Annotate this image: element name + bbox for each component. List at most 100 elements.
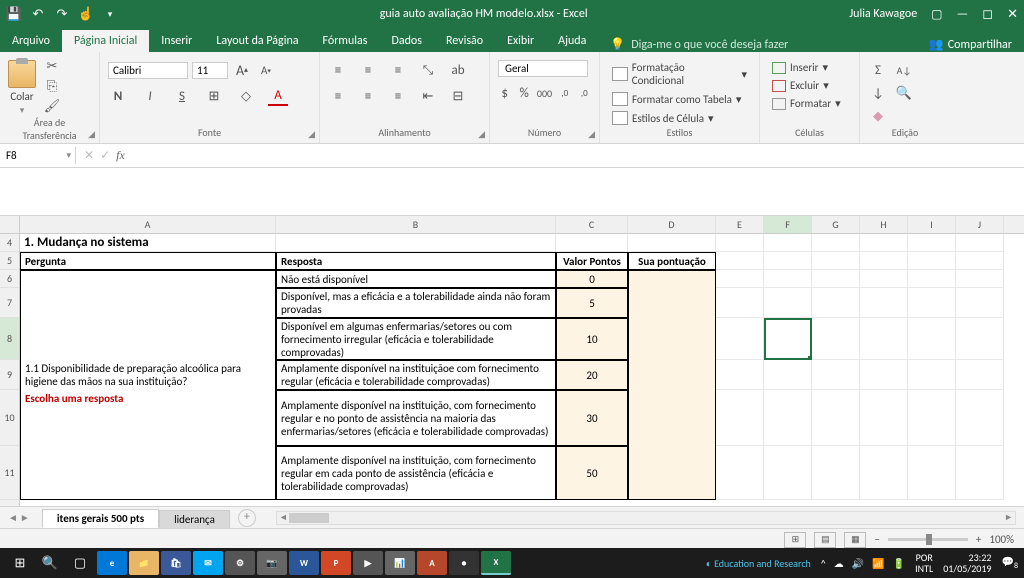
insert-function-icon[interactable]: fx: [116, 148, 125, 163]
cell[interactable]: [812, 318, 860, 360]
file-explorer-icon[interactable]: 📁: [129, 551, 159, 575]
col-header[interactable]: E: [716, 216, 764, 233]
clock[interactable]: 23:22 01/05/2019: [943, 552, 991, 574]
italic-button[interactable]: I: [140, 86, 160, 106]
cell[interactable]: [956, 234, 1004, 252]
insert-cells-button[interactable]: Inserir ▾: [768, 60, 851, 75]
number-dialog-icon[interactable]: ◢: [588, 129, 595, 140]
find-icon[interactable]: 🔍: [894, 83, 914, 103]
alignment-dialog-icon[interactable]: ◢: [478, 129, 485, 140]
cell[interactable]: [860, 446, 908, 500]
cell[interactable]: [716, 360, 764, 390]
zoom-in-button[interactable]: +: [976, 533, 981, 546]
format-painter-icon[interactable]: 🖌: [42, 96, 62, 116]
col-header[interactable]: F: [764, 216, 812, 233]
share-button[interactable]: Compartilhar: [948, 38, 1012, 52]
cell[interactable]: [908, 252, 956, 270]
cell[interactable]: [276, 234, 556, 252]
maximize-icon[interactable]: ◻: [982, 7, 993, 22]
cell[interactable]: [716, 446, 764, 500]
sheet-prev-icon[interactable]: ◄: [8, 511, 18, 524]
app-icon[interactable]: ●: [449, 551, 479, 575]
row-header[interactable]: 8: [0, 318, 19, 360]
row-header[interactable]: 7: [0, 288, 19, 318]
cell[interactable]: [860, 252, 908, 270]
sheet-tab[interactable]: liderança: [159, 510, 230, 528]
store-icon[interactable]: 🛍: [161, 551, 191, 575]
cell[interactable]: Amplamente disponível na instituição, co…: [276, 446, 556, 500]
align-bottom-icon[interactable]: ≡: [388, 60, 408, 80]
sheet-tab[interactable]: itens gerais 500 pts: [42, 509, 159, 528]
col-header[interactable]: H: [860, 216, 908, 233]
cell[interactable]: [628, 270, 716, 288]
sort-filter-icon[interactable]: A↓: [894, 60, 914, 80]
underline-button[interactable]: S: [172, 86, 192, 106]
mail-icon[interactable]: ✉: [193, 551, 223, 575]
cell[interactable]: 1.1 Disponibilidade de preparação alcoól…: [20, 360, 276, 390]
cell[interactable]: [20, 270, 276, 288]
search-icon[interactable]: 🔍: [36, 551, 64, 575]
education-badge[interactable]: ◐ Education and Research: [706, 557, 811, 570]
tab-layout[interactable]: Layout da Página: [204, 30, 310, 52]
tab-home[interactable]: Página Inicial: [62, 30, 149, 52]
select-all-button[interactable]: [0, 216, 19, 234]
increase-font-icon[interactable]: A▴: [232, 60, 252, 80]
cell[interactable]: [860, 270, 908, 288]
row-header[interactable]: 6: [0, 270, 19, 288]
col-header[interactable]: D: [628, 216, 716, 233]
zoom-out-button[interactable]: −: [874, 533, 879, 546]
app-icon[interactable]: ▶: [353, 551, 383, 575]
delete-cells-button[interactable]: Excluir ▾: [768, 78, 851, 93]
cell[interactable]: [764, 288, 812, 318]
cell[interactable]: [628, 234, 716, 252]
cell[interactable]: 20: [556, 360, 628, 390]
clear-icon[interactable]: ◆: [868, 106, 888, 126]
font-color-icon[interactable]: A: [268, 86, 288, 106]
paste-button[interactable]: Colar ▾: [8, 56, 36, 116]
cancel-formula-icon[interactable]: ✕: [84, 148, 94, 163]
cell[interactable]: [956, 270, 1004, 288]
row-header[interactable]: 4: [0, 234, 19, 252]
cell[interactable]: [956, 318, 1004, 360]
cell[interactable]: [20, 446, 276, 500]
font-size-select[interactable]: 11: [192, 62, 228, 79]
page-break-view-icon[interactable]: ▦: [844, 532, 866, 548]
decrease-decimal-icon[interactable]: ,0: [578, 83, 591, 103]
comma-icon[interactable]: 000: [537, 83, 552, 103]
cell[interactable]: [908, 390, 956, 446]
notifications-icon[interactable]: 💬8: [1001, 555, 1018, 571]
cell[interactable]: Sua pontuação: [628, 252, 716, 270]
cell[interactable]: [764, 360, 812, 390]
cell[interactable]: [628, 390, 716, 446]
close-icon[interactable]: ✕: [1007, 7, 1018, 22]
cell[interactable]: 0: [556, 270, 628, 288]
app-icon[interactable]: ⚙: [225, 551, 255, 575]
task-view-icon[interactable]: ▢: [66, 551, 94, 575]
redo-icon[interactable]: ↷: [54, 6, 70, 22]
cell[interactable]: [860, 288, 908, 318]
qat-customize-icon[interactable]: ▾: [102, 6, 118, 22]
cut-icon[interactable]: ✂: [42, 56, 62, 76]
volume-icon[interactable]: 🔊: [852, 557, 864, 570]
tab-view[interactable]: Exibir: [495, 30, 546, 52]
tab-data[interactable]: Dados: [379, 30, 433, 52]
cell[interactable]: [812, 288, 860, 318]
tell-me-search[interactable]: 💡 Diga-me o que você deseja fazer: [598, 37, 800, 52]
cell[interactable]: [908, 288, 956, 318]
cell[interactable]: Valor Pontos: [556, 252, 628, 270]
excel-icon[interactable]: X: [481, 551, 511, 575]
font-name-select[interactable]: Calibri: [108, 62, 188, 79]
cell[interactable]: [860, 390, 908, 446]
borders-icon[interactable]: ⊞: [204, 86, 224, 106]
cell[interactable]: [20, 288, 276, 318]
cell[interactable]: [764, 390, 812, 446]
col-header[interactable]: G: [812, 216, 860, 233]
tab-review[interactable]: Revisão: [434, 30, 495, 52]
wrap-text-icon[interactable]: ab: [448, 60, 468, 80]
cell[interactable]: Resposta: [276, 252, 556, 270]
cell[interactable]: Amplamente disponível na instituição, co…: [276, 390, 556, 446]
app-icon[interactable]: 📊: [385, 551, 415, 575]
cell[interactable]: [716, 234, 764, 252]
cell[interactable]: [716, 288, 764, 318]
minimize-icon[interactable]: —: [957, 7, 969, 22]
